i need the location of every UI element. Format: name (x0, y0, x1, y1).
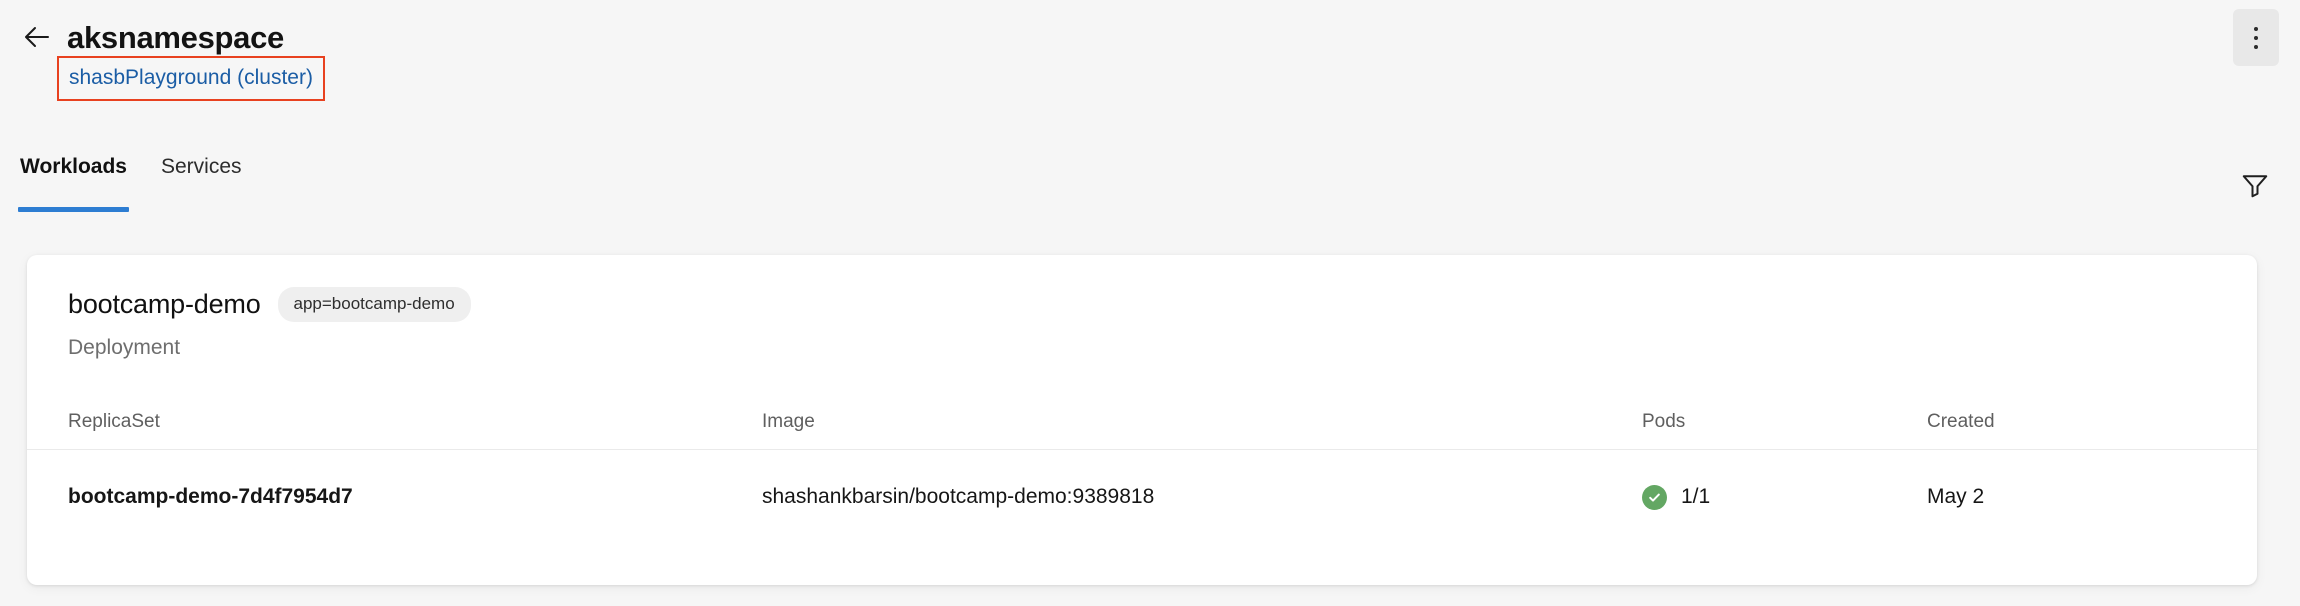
workload-card: bootcamp-demo app=bootcamp-demo Deployme… (27, 255, 2257, 585)
check-circle-icon (1642, 484, 1667, 510)
cluster-link-highlight: shasbPlayground (cluster) (57, 56, 325, 101)
more-options-button[interactable] (2233, 9, 2279, 66)
workload-title-row: bootcamp-demo app=bootcamp-demo (68, 287, 2257, 322)
arrow-left-icon (21, 21, 53, 53)
more-vertical-icon-dot-3 (2254, 44, 2258, 49)
cell-image: shashankbarsin/bootcamp-demo:9389818 (762, 485, 1155, 508)
tab-workloads-label: Workloads (20, 155, 127, 178)
workload-kind: Deployment (68, 336, 181, 359)
page-title: aksnamespace (67, 20, 285, 55)
column-header-replicaset: ReplicaSet (68, 411, 160, 432)
tab-list: Workloads Services (18, 152, 2300, 220)
workload-name: bootcamp-demo (68, 289, 261, 319)
more-vertical-icon-dot-2 (2254, 35, 2258, 40)
workload-card-header: bootcamp-demo app=bootcamp-demo Deployme… (27, 255, 2257, 361)
workload-label-badge: app=bootcamp-demo (277, 287, 471, 322)
back-button[interactable] (20, 20, 54, 54)
tab-workloads[interactable]: Workloads (18, 152, 129, 212)
replicaset-table: ReplicaSet Image Pods Created bootcamp-d… (27, 395, 2257, 544)
column-header-pods: Pods (1642, 411, 1686, 432)
tab-services[interactable]: Services (159, 152, 244, 180)
cell-created: May 2 (1927, 485, 1985, 508)
table-header-row: ReplicaSet Image Pods Created (27, 395, 2257, 449)
page-header: aksnamespace shasbPlayground (cluster) (0, 0, 2300, 152)
column-header-image: Image (762, 411, 815, 432)
filter-funnel-icon (2240, 170, 2270, 205)
cluster-link[interactable]: shasbPlayground (cluster) (69, 66, 313, 89)
cell-pods-value: 1/1 (1681, 485, 1711, 508)
tab-services-label: Services (160, 155, 242, 178)
cell-pods: 1/1 (1642, 484, 1927, 510)
filter-button[interactable] (2234, 166, 2276, 208)
more-vertical-icon-dot-1 (2254, 26, 2258, 31)
cell-replicaset-name: bootcamp-demo-7d4f7954d7 (68, 485, 353, 508)
column-header-created: Created (1927, 411, 1995, 432)
table-row[interactable]: bootcamp-demo-7d4f7954d7 shashankbarsin/… (27, 449, 2257, 544)
tab-bar: Workloads Services (0, 152, 2300, 220)
